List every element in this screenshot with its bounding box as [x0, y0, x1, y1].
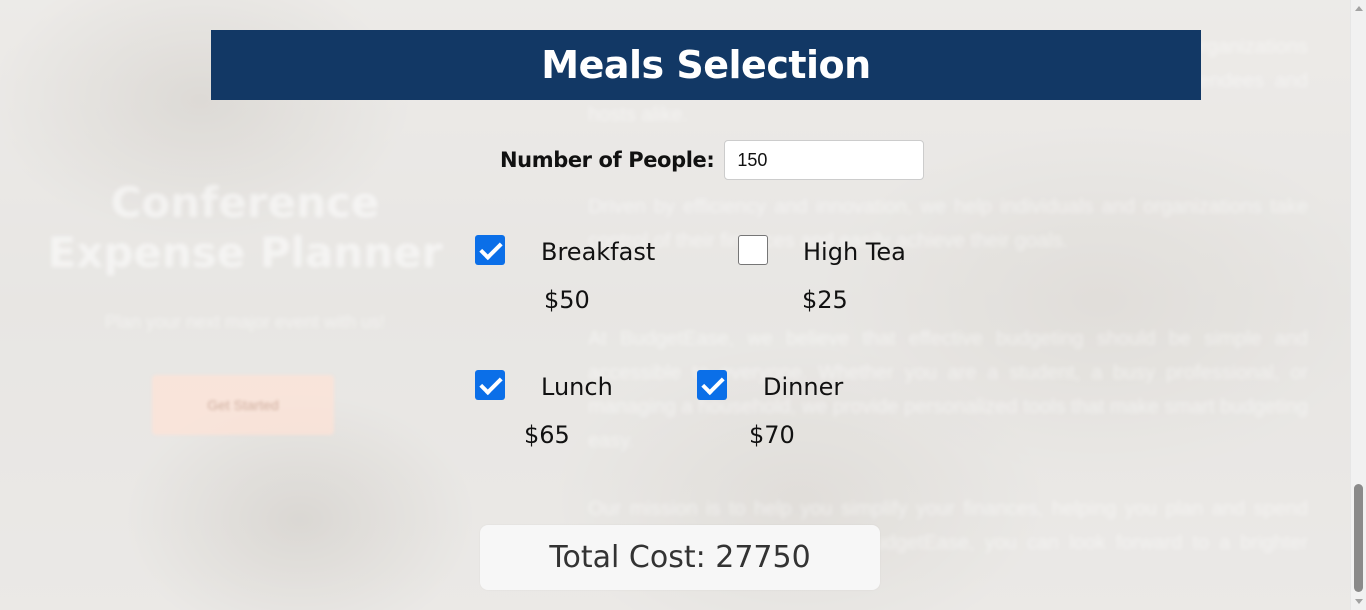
meal-name: High Tea	[803, 238, 906, 266]
scrollbar-thumb[interactable]	[1354, 484, 1363, 592]
meal-price: $50	[544, 286, 590, 314]
meal-name: Dinner	[763, 373, 844, 401]
background-paragraph: Driven by efficiency and innovation, we …	[588, 196, 1308, 252]
total-cost-label: Total Cost: 27750	[549, 540, 811, 575]
page-title: Meals Selection	[541, 43, 871, 87]
meal-price: $70	[749, 421, 795, 449]
meal-price: $25	[802, 286, 848, 314]
people-row: Number of People:	[500, 140, 925, 180]
total-cost-box: Total Cost: 27750	[480, 525, 880, 590]
number-of-people-label: Number of People:	[500, 148, 715, 172]
background-title: Conference Expense Planner	[47, 178, 443, 277]
dinner-checkbox[interactable]	[697, 370, 727, 400]
meals-header: Meals Selection	[211, 30, 1201, 100]
meal-name: Lunch	[541, 373, 613, 401]
scroll-down-arrow-icon[interactable]	[1355, 599, 1363, 604]
lunch-checkbox[interactable]	[475, 370, 505, 400]
number-of-people-input[interactable]	[724, 140, 925, 180]
vertical-scrollbar[interactable]	[1350, 0, 1366, 610]
breakfast-checkbox[interactable]	[475, 235, 505, 265]
background-get-started-button: Get Started	[152, 375, 334, 435]
background-subtitle: Plan your next major event with us!	[104, 312, 386, 332]
meal-name: Breakfast	[541, 238, 656, 266]
meal-price: $65	[524, 421, 570, 449]
high-tea-checkbox[interactable]	[738, 235, 768, 265]
scroll-up-arrow-icon[interactable]	[1355, 6, 1363, 11]
background-paragraph: At BudgetEase, we believe that effective…	[588, 328, 1308, 452]
